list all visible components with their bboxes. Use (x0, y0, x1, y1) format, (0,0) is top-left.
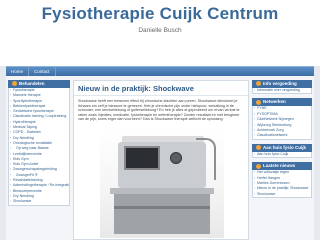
site-header: Fysiotherapie Cuijk Centrum Danielle Bus… (0, 0, 320, 66)
right-widget-title: Info vergoeding (252, 80, 312, 88)
right-widget-list: Aan huis fysio Cuijk (252, 151, 312, 159)
right-sidebar: Info vergoeding Informatie over vergoedin… (252, 80, 312, 202)
left-sidebar-title: Behandelen (8, 80, 70, 88)
article-title: Nieuw in de praktijk: Shockwave (74, 81, 248, 96)
right-widget-title: Laatste nieuws (252, 162, 312, 171)
bullet-icon (256, 145, 261, 151)
left-sidebar: Behandelen FysiotherapieManuele therapie… (8, 80, 70, 206)
right-widget-title-text: Netwerken (263, 99, 286, 105)
right-widget-list: Informatie over vergoeding (252, 88, 312, 95)
bullet-icon (12, 81, 17, 87)
site-title[interactable]: Fysiotherapie Cuijk Centrum (0, 4, 320, 24)
cart-body (114, 194, 210, 234)
right-widget-link[interactable]: Claudicationetwerk (253, 133, 311, 138)
site-subtitle: Danielle Busch (138, 27, 182, 34)
main-navbar: Home Contact (6, 66, 314, 77)
content-wrapper: Behandelen FysiotherapieManuele therapie… (6, 76, 314, 240)
bullet-icon (256, 163, 261, 169)
shockwave-device-photo (100, 128, 224, 238)
device-knob (170, 152, 182, 164)
right-widget: Laatste nieuwsHet vuilsvakje tegenHerfst… (252, 162, 312, 199)
device-cable (196, 138, 216, 180)
treatment-menu: FysiotherapieManuele therapieSportfysiot… (8, 88, 70, 206)
sidebar-item[interactable]: Shockwave (9, 199, 69, 204)
right-widget-title-text: Aan huis fysio Cuijk (263, 144, 307, 150)
right-widget-title: Aan huis fysio Cuijk (252, 143, 312, 152)
right-widget: NetwerkenFYNEFYSOPTIMAClubNetwerk Nijmeg… (252, 98, 312, 140)
cart-strip (114, 206, 210, 209)
device-screen (124, 146, 160, 170)
bullet-icon (256, 99, 261, 105)
right-widget-link[interactable]: Informatie over vergoeding (253, 88, 311, 93)
right-widget-link[interactable]: Aan huis fysio Cuijk (253, 152, 311, 157)
left-sidebar-title-text: Behandelen (19, 81, 45, 86)
article-intro: Shockwave heeft een bewezen effect bij c… (78, 99, 240, 122)
right-widget-link[interactable]: Shockwave (253, 192, 311, 197)
right-widget-title-text: Laatste nieuws (263, 163, 296, 169)
right-widget: Info vergoeding Informatie over vergoedin… (252, 80, 312, 95)
right-widget-list: FYNEFYSOPTIMAClubNetwerk NijmegenWijkzor… (252, 106, 312, 140)
right-widget-list: Het vuilsvakje tegenHerfst HangenMarlies… (252, 170, 312, 199)
right-widget-title: Netwerken (252, 98, 312, 107)
right-widget: Aan huis fysio Cuijk Aan huis fysio Cuijk (252, 143, 312, 159)
right-widget-title-text: Info vergoeding (263, 81, 297, 86)
main-content: Nieuw in de praktijk: Shockwave Shockwav… (73, 80, 249, 240)
bullet-icon (256, 81, 261, 87)
